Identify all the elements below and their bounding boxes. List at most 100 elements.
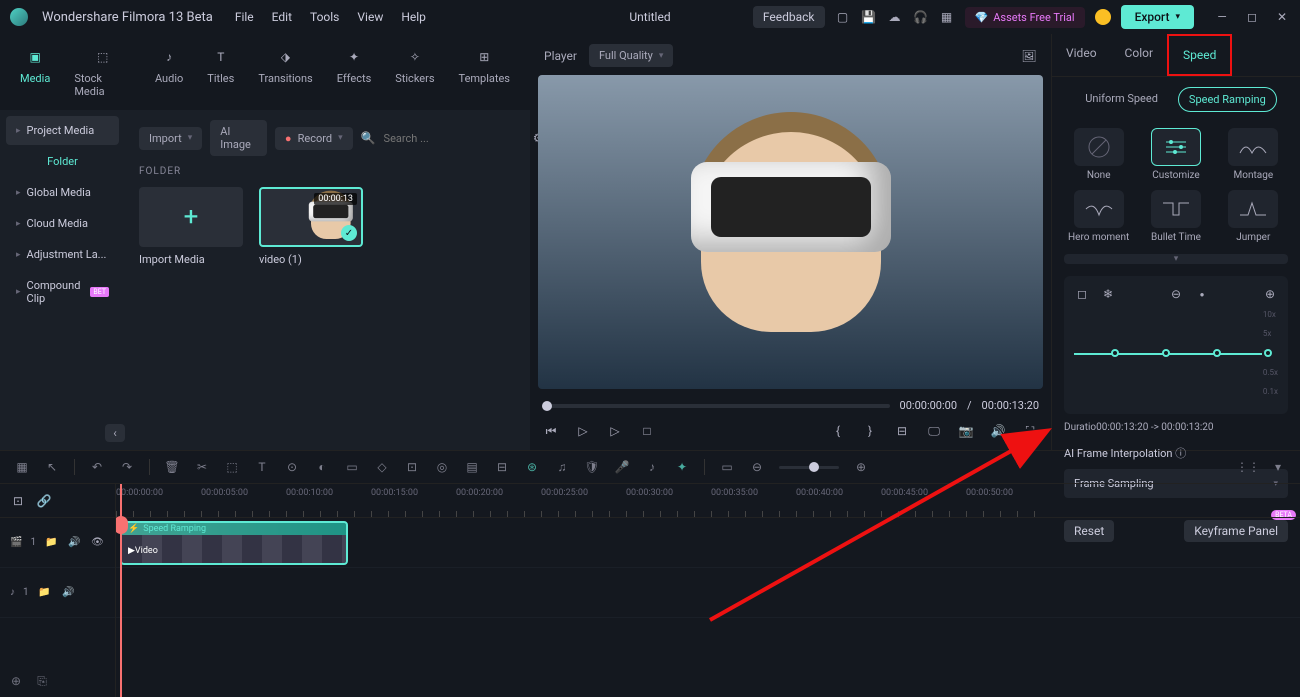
preset-montage[interactable]: Montage <box>1219 128 1288 182</box>
tl-options-icon[interactable]: ⋮⋮ <box>1240 459 1256 475</box>
freeze-icon[interactable]: ❄ <box>1100 286 1116 302</box>
search-input[interactable] <box>384 132 524 145</box>
preset-hero[interactable]: Hero moment <box>1064 190 1133 244</box>
rtab-speed[interactable]: Speed <box>1167 34 1232 76</box>
cut-icon[interactable]: ✂ <box>194 459 210 475</box>
sidebar-folder[interactable]: Folder <box>6 147 119 176</box>
color-tool-icon[interactable]: ◐ <box>314 459 330 475</box>
sidebar-adjustment[interactable]: ▸Adjustment La... <box>6 240 119 269</box>
sidebar-global-media[interactable]: ▸Global Media <box>6 178 119 207</box>
audio-tool-icon[interactable]: ♫ <box>554 459 570 475</box>
link-tl-icon[interactable]: 🔗 <box>36 493 52 509</box>
next-frame-icon[interactable]: ▷ <box>606 422 624 440</box>
mark-in-icon[interactable]: { <box>829 422 847 440</box>
track-folder-icon[interactable]: 📁 <box>44 535 59 551</box>
snapshot-icon[interactable]: 🖼 <box>1021 48 1037 64</box>
stop-icon[interactable]: □ <box>638 422 656 440</box>
collapse-icon[interactable]: ‹ <box>105 424 125 442</box>
crop-icon[interactable]: ⬚ <box>224 459 240 475</box>
user-avatar[interactable] <box>1095 9 1111 25</box>
preset-customize[interactable]: Customize <box>1141 128 1210 182</box>
tl-more-icon[interactable]: ▾ <box>1270 459 1286 475</box>
menu-view[interactable]: View <box>357 10 383 24</box>
atrack-mute-icon[interactable]: 🔊 <box>61 585 77 601</box>
zoom-out-icon[interactable]: ⊖ <box>749 459 765 475</box>
sidebar-cloud-media[interactable]: ▸Cloud Media <box>6 209 119 238</box>
video-track[interactable]: ⚡Speed Ramping ▶ Video <box>116 518 1300 568</box>
ai-image-button[interactable]: AI Image <box>210 120 267 156</box>
menu-edit[interactable]: Edit <box>272 10 292 24</box>
magnet-icon[interactable]: ⊡ <box>10 493 26 509</box>
video-clip[interactable]: ⚡Speed Ramping ▶ Video <box>120 521 348 565</box>
zoom-slider[interactable] <box>779 466 839 469</box>
delete-icon[interactable]: 🗑 <box>164 459 180 475</box>
quality-dropdown[interactable]: Full Quality▾ <box>589 44 673 67</box>
video-clip-card[interactable]: 00:00:13 ✓ video (1) <box>259 187 363 266</box>
layer-icon[interactable]: ▤ <box>464 459 480 475</box>
headphones-icon[interactable]: 🎧 <box>913 9 929 25</box>
ai-icon[interactable]: ⊛ <box>524 459 540 475</box>
maximize-icon[interactable]: ◻ <box>1244 9 1260 25</box>
import-media-card[interactable]: + Import Media <box>139 187 243 266</box>
preset-none[interactable]: None <box>1064 128 1133 182</box>
timeline-ruler[interactable]: 00:00:00:0000:00:05:0000:00:10:0000:00:1… <box>116 484 1300 518</box>
tl-cursor-icon[interactable]: ↖ <box>44 459 60 475</box>
keyframe-icon[interactable]: ◇ <box>374 459 390 475</box>
redo-icon[interactable]: ↷ <box>119 459 135 475</box>
speed-graph[interactable]: ◻ ❄ ⊖ ● ⊕ 10x 5x 1x 0.5x 0.1x <box>1064 276 1288 414</box>
zoom-in-icon[interactable]: ⊕ <box>853 459 869 475</box>
fullscreen-icon[interactable]: ⛶ <box>1021 422 1039 440</box>
rtab-video[interactable]: Video <box>1052 34 1111 76</box>
sidebar-project-media[interactable]: ▸Project Media <box>6 116 119 145</box>
tab-stickers[interactable]: ✧Stickers <box>385 40 444 104</box>
grid-icon[interactable]: ▦ <box>939 9 955 25</box>
device-icon[interactable]: ▢ <box>835 9 851 25</box>
display-icon[interactable]: 🖵 <box>925 422 943 440</box>
audio-track-head[interactable]: ♪1 📁 🔊 <box>0 568 115 618</box>
record-dropdown[interactable]: ●Record▾ <box>275 127 353 150</box>
focus-icon[interactable]: ⊡ <box>404 459 420 475</box>
tab-transitions[interactable]: ⬗Transitions <box>248 40 322 104</box>
audio-track[interactable] <box>116 568 1300 618</box>
keyframe-dot-icon[interactable]: ● <box>1194 286 1210 302</box>
text-icon[interactable]: T <box>254 459 270 475</box>
shield-icon[interactable]: 🛡 <box>584 459 600 475</box>
tab-stock[interactable]: ⬚Stock Media <box>64 40 141 104</box>
subtab-uniform[interactable]: Uniform Speed <box>1075 87 1168 112</box>
menu-tools[interactable]: Tools <box>310 10 339 24</box>
track-mute-icon[interactable]: 🔊 <box>67 535 82 551</box>
ratio-icon[interactable]: ⊟ <box>893 422 911 440</box>
tab-media[interactable]: ▣Media <box>10 40 60 104</box>
preset-bullet[interactable]: Bullet Time <box>1141 190 1210 244</box>
track-vis-icon[interactable]: 👁 <box>90 535 105 551</box>
scrub-bar[interactable] <box>542 404 890 408</box>
playhead[interactable] <box>120 484 122 697</box>
tab-titles[interactable]: TTitles <box>197 40 244 104</box>
camera-icon[interactable]: 📷 <box>957 422 975 440</box>
rtab-color[interactable]: Color <box>1111 34 1167 76</box>
tab-effects[interactable]: ✦Effects <box>327 40 382 104</box>
chroma-icon[interactable]: ◎ <box>434 459 450 475</box>
music-icon[interactable]: ♪ <box>644 459 660 475</box>
preset-more-dropdown[interactable]: ▾ <box>1064 254 1288 264</box>
sidebar-compound[interactable]: ▸Compound ClipBET <box>6 271 119 313</box>
pip-icon[interactable]: ⊟ <box>494 459 510 475</box>
tl-grid-icon[interactable]: ▦ <box>14 459 30 475</box>
atrack-folder-icon[interactable]: 📁 <box>37 585 53 601</box>
preview-viewport[interactable] <box>538 75 1043 389</box>
add-keyframe-icon[interactable]: ⊕ <box>1262 286 1278 302</box>
assets-trial-button[interactable]: 💎 Assets Free Trial <box>965 7 1085 28</box>
minimize-icon[interactable]: — <box>1214 9 1230 25</box>
save-icon[interactable]: 💾 <box>861 9 877 25</box>
feedback-button[interactable]: Feedback <box>753 6 825 28</box>
volume-icon[interactable]: 🔊 <box>989 422 1007 440</box>
render-icon[interactable]: ▭ <box>719 459 735 475</box>
preset-jumper[interactable]: Jumper <box>1219 190 1288 244</box>
video-track-head[interactable]: 🎬1 📁 🔊 👁 <box>0 518 115 568</box>
close-icon[interactable]: ✕ <box>1274 9 1290 25</box>
remove-keyframe-icon[interactable]: ⊖ <box>1168 286 1184 302</box>
mark-out-icon[interactable]: } <box>861 422 879 440</box>
cloud-icon[interactable]: ☁ <box>887 9 903 25</box>
undo-icon[interactable]: ↶ <box>89 459 105 475</box>
tab-templates[interactable]: ⊞Templates <box>449 40 520 104</box>
